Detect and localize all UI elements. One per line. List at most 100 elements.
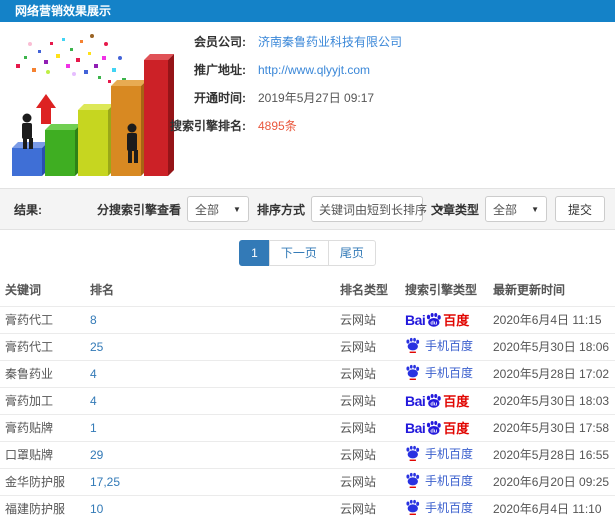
page-1-button[interactable]: 1 (239, 240, 270, 266)
rank-count-label: 搜索引擎排名: (170, 119, 246, 133)
rank-link[interactable]: 29 (90, 448, 103, 462)
bar-chart-illustration (12, 34, 174, 176)
table-row: 膏药贴牌 1 云网站 Bai du 百度 2020年5月30日 17:58 (0, 413, 615, 441)
rank-type-cell: 云网站 (335, 440, 400, 468)
rank-type-cell: 云网站 (335, 386, 400, 414)
svg-text:du: du (431, 429, 438, 435)
baidu-logo: Bai du 百度 (405, 419, 470, 437)
rank-link[interactable]: 25 (90, 340, 103, 354)
col-keyword: 关键词 (5, 283, 42, 298)
results-table: 关键词 排名 排名类型 搜索引擎类型 最新更新时间 膏药代工 8 云网站 Bai… (0, 274, 615, 520)
rank-link[interactable]: 4 (90, 394, 97, 408)
info-row-company: 会员公司: 济南秦鲁药业科技有限公司 (160, 32, 402, 51)
submit-button[interactable]: 提交 (554, 196, 605, 222)
baidu-paw-icon: du (427, 393, 442, 408)
company-link[interactable]: 济南秦鲁药业科技有限公司 (258, 33, 402, 50)
mobile-baidu-logo: 手机百度 (405, 337, 473, 354)
keyword-cell: 膏药代工 (0, 332, 85, 360)
mobile-baidu-logo: 手机百度 (405, 364, 473, 381)
bars (12, 54, 174, 176)
last-page-button[interactable]: 尾页 (327, 240, 376, 266)
table-row: 膏药代工 25 云网站 手机百度 2020年5月30日 18:06 (0, 332, 615, 360)
keyword-cell: 膏药贴牌 (0, 413, 85, 441)
mobile-baidu-logo: 手机百度 (405, 472, 473, 489)
table-row: 金华防护服 17,25 云网站 手机百度 2020年6月20日 09:25 (0, 467, 615, 495)
up-arrow (36, 94, 56, 124)
info-row-open-time: 开通时间: 2019年5月27日 09:17 (160, 88, 402, 107)
filter-bar: 分搜索引擎查看 全部 ▼ 排序方式 关键词由短到长排序 ▼ 文章类型 全部 ▼ … (89, 196, 605, 222)
engine-view-select[interactable]: 全部 ▼ (186, 196, 249, 222)
mobile-baidu-paw-icon (406, 365, 420, 381)
chevron-down-icon: ▼ (233, 204, 241, 214)
keyword-cell: 膏药加工 (0, 386, 85, 414)
keyword-cell: 福建防护服 (0, 494, 85, 520)
table-row: 口罩贴牌 29 云网站 手机百度 2020年5月28日 16:55 (0, 440, 615, 468)
updated-cell: 2020年6月20日 09:25 (488, 467, 615, 495)
table-header-row: 关键词 排名 排名类型 搜索引擎类型 最新更新时间 (0, 274, 615, 306)
rank-link[interactable]: 8 (90, 313, 97, 327)
info-section: 会员公司: 济南秦鲁药业科技有限公司 推广地址: http://www.qlyy… (0, 22, 615, 188)
table-row: 福建防护服 10 云网站 手机百度 2020年6月4日 11:10 (0, 494, 615, 520)
engine-view-selected: 全部 (194, 202, 219, 217)
rank-link[interactable]: 17,25 (90, 475, 120, 489)
open-time-label: 开通时间: (194, 91, 246, 105)
col-updated: 最新更新时间 (493, 283, 566, 298)
updated-cell: 2020年6月4日 11:10 (488, 494, 615, 520)
baidu-logo: Bai du 百度 (405, 311, 470, 329)
next-page-button[interactable]: 下一页 (268, 240, 329, 266)
updated-cell: 2020年5月30日 18:06 (488, 332, 615, 360)
table-row: 膏药加工 4 云网站 Bai du 百度 2020年5月30日 18:03 (0, 386, 615, 414)
mobile-baidu-paw-icon (406, 500, 420, 516)
results-panel-heading: 结果: 分搜索引擎查看 全部 ▼ 排序方式 关键词由短到长排序 ▼ 文章类型 全… (0, 188, 615, 230)
baidu-paw-icon: du (427, 312, 442, 327)
rank-link[interactable]: 4 (90, 367, 97, 381)
mobile-baidu-paw-icon (406, 473, 420, 489)
rank-type-cell: 云网站 (335, 359, 400, 387)
results-label: 结果: (14, 202, 42, 217)
svg-text:du: du (431, 402, 438, 408)
rank-type-cell: 云网站 (335, 305, 400, 333)
updated-cell: 2020年5月28日 16:55 (488, 440, 615, 468)
rank-link[interactable]: 10 (90, 502, 103, 516)
svg-text:du: du (431, 321, 438, 327)
sort-selected: 关键词由短到长排序 (318, 202, 427, 217)
updated-cell: 2020年5月28日 17:02 (488, 359, 615, 387)
info-row-url: 推广地址: http://www.qlyyjt.com (160, 60, 402, 79)
mobile-baidu-logo: 手机百度 (405, 499, 473, 516)
mobile-baidu-logo: 手机百度 (405, 445, 473, 462)
engine-view-label: 分搜索引擎查看 (96, 202, 181, 217)
keyword-cell: 口罩贴牌 (0, 440, 85, 468)
baidu-paw-icon: du (427, 420, 442, 435)
info-row-rank-count: 搜索引擎排名: 4895条 (160, 116, 402, 135)
rank-type-cell: 云网站 (335, 332, 400, 360)
col-rank: 排名 (90, 283, 115, 298)
keyword-cell: 金华防护服 (0, 467, 85, 495)
article-type-label: 文章类型 (430, 202, 479, 217)
keyword-cell: 膏药代工 (0, 305, 85, 333)
rank-type-cell: 云网站 (335, 413, 400, 441)
updated-cell: 2020年5月30日 18:03 (488, 386, 615, 414)
baidu-logo: Bai du 百度 (405, 392, 470, 410)
updated-cell: 2020年5月30日 17:58 (488, 413, 615, 441)
rank-link[interactable]: 1 (90, 421, 97, 435)
rank-type-cell: 云网站 (335, 467, 400, 495)
pagination: 1 下一页 尾页 (0, 240, 615, 266)
rank-count-value: 4895条 (258, 119, 297, 133)
sort-label: 排序方式 (256, 202, 305, 217)
keyword-cell: 秦鲁药业 (0, 359, 85, 387)
company-label: 会员公司: (194, 35, 246, 49)
table-row: 秦鲁药业 4 云网站 手机百度 2020年5月28日 17:02 (0, 359, 615, 387)
rank-type-cell: 云网站 (335, 494, 400, 520)
article-type-select[interactable]: 全部 ▼ (484, 196, 547, 222)
window-title-bar: 网络营销效果展示 (0, 0, 615, 22)
page-title: 网络营销效果展示 (15, 4, 112, 18)
member-info: 会员公司: 济南秦鲁药业科技有限公司 推广地址: http://www.qlyy… (160, 32, 402, 144)
mobile-baidu-paw-icon (406, 446, 420, 462)
sort-select[interactable]: 关键词由短到长排序 ▼ (310, 196, 445, 222)
mobile-baidu-paw-icon (406, 338, 420, 354)
url-label: 推广地址: (194, 63, 246, 77)
table-row: 膏药代工 8 云网站 Bai du 百度 2020年6月4日 11:15 (0, 305, 615, 333)
promotion-url-link[interactable]: http://www.qlyyjt.com (258, 63, 370, 77)
col-engine-type: 搜索引擎类型 (405, 283, 478, 298)
col-rank-type: 排名类型 (340, 283, 389, 298)
